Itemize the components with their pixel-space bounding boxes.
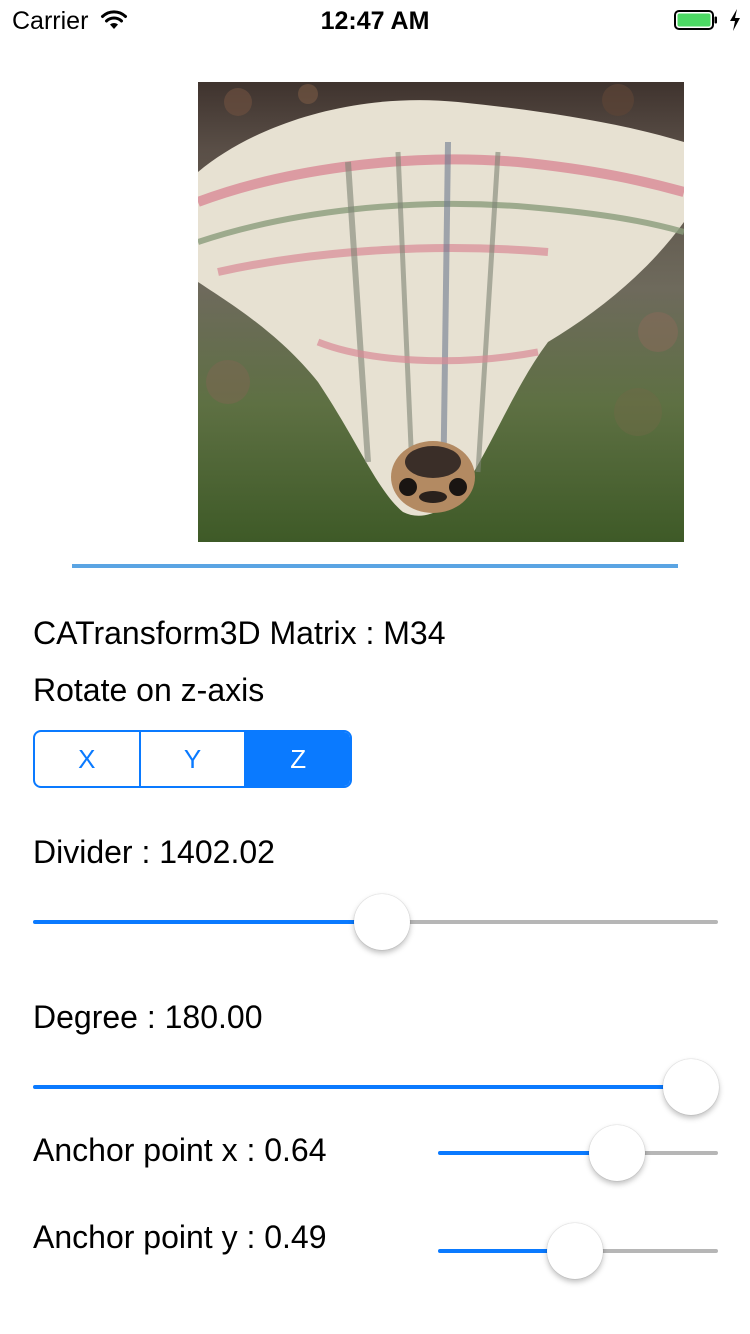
segment-y[interactable]: Y	[138, 732, 245, 786]
clock-label: 12:47 AM	[320, 7, 430, 35]
screen: Carrier 12:47 AM CATransform3D Matrix: …	[0, 0, 750, 1334]
anchor-x-slider[interactable]	[438, 1123, 718, 1183]
degree-slider[interactable]	[33, 1057, 719, 1117]
charging-bolt-icon	[730, 9, 740, 31]
anchor-x-label: Anchor point x : 0.64	[33, 1132, 327, 1168]
matrix-title: CATransform3D Matrix : M34	[33, 615, 446, 651]
segment-x[interactable]: X	[35, 732, 139, 786]
divider-slider[interactable]	[33, 892, 718, 952]
divider-slider-thumb[interactable]	[354, 894, 411, 950]
transformed-image	[198, 82, 684, 542]
segment-z[interactable]: Z	[244, 732, 350, 786]
divider-slider-min-track	[33, 920, 383, 924]
axis-segmented-control[interactable]: X Y Z	[33, 730, 352, 788]
degree-label: Degree : 180.00	[33, 999, 263, 1035]
divider-slider-max-track	[382, 920, 718, 924]
separator-line	[72, 564, 678, 568]
anchor-y-slider[interactable]	[438, 1221, 718, 1281]
divider-label: Divider : 1402.02	[33, 834, 275, 870]
anchor-y-slider-thumb[interactable]	[547, 1223, 604, 1279]
degree-slider-thumb[interactable]	[663, 1059, 719, 1115]
anchor-y-label: Anchor point y : 0.49	[33, 1219, 327, 1255]
anchor-x-slider-thumb[interactable]	[589, 1125, 646, 1181]
rotate-axis-label: Rotate on z-axis	[33, 672, 265, 708]
battery-icon	[674, 10, 717, 30]
degree-slider-min-track	[33, 1085, 691, 1089]
status-bar: Carrier 12:47 AM	[0, 0, 750, 40]
